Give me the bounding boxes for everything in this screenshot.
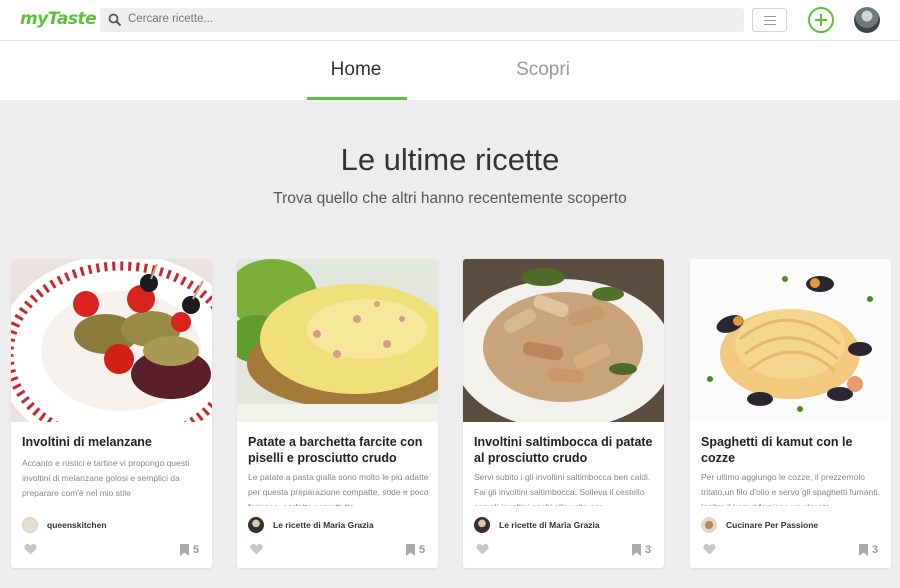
recipe-card[interactable]: Spaghetti di kamut con le cozze Per ulti… [690, 259, 891, 568]
search-icon [108, 13, 122, 27]
user-avatar[interactable] [854, 7, 880, 33]
recipe-description: Servi subito i gli involtini saltimbocca… [474, 472, 651, 506]
bookmark-icon [859, 544, 868, 556]
recipe-card[interactable]: Patate a barchetta farcite con piselli e… [237, 259, 438, 568]
recipe-image[interactable] [463, 259, 664, 422]
author-avatar [22, 517, 38, 533]
recipe-title[interactable]: Involtini saltimbocca di patate al prosc… [474, 434, 658, 466]
author-name[interactable]: Cucinare Per Passione [726, 520, 818, 530]
mytaste-logo[interactable]: myTaste [20, 9, 97, 29]
tab-bar: Home Scopri [0, 41, 900, 100]
menu-button[interactable] [752, 8, 787, 32]
heart-icon[interactable] [250, 543, 263, 555]
author-avatar [474, 517, 490, 533]
bookmark-count[interactable]: 5 [180, 544, 202, 556]
section-subtitle: Trova quello che altri hanno recentement… [273, 190, 627, 207]
recipe-image[interactable] [237, 259, 438, 422]
recipe-description: Le patate a pasta gialla sono molto le p… [248, 472, 429, 506]
heart-icon[interactable] [476, 543, 489, 555]
recipe-image[interactable] [11, 259, 212, 422]
author-name[interactable]: Le ricette di Maria Grazia [499, 520, 600, 530]
tab-home[interactable]: Home [306, 59, 406, 81]
heart-icon[interactable] [24, 543, 37, 555]
heart-icon[interactable] [703, 543, 716, 555]
recipe-title[interactable]: Patate a barchetta farcite con piselli e… [248, 434, 432, 466]
add-recipe-button[interactable] [808, 7, 834, 33]
recipe-description: Accanto e rustici e tartine vi propongo … [22, 458, 190, 498]
bookmark-icon [632, 544, 641, 556]
recipe-card[interactable]: Involtini di melanzane Accanto e rustici… [11, 259, 212, 568]
bookmark-count[interactable]: 3 [859, 544, 881, 556]
author-name[interactable]: Le ricette di Maria Grazia [273, 520, 374, 530]
hamburger-icon [764, 16, 776, 17]
tab-scopri[interactable]: Scopri [493, 59, 593, 81]
search-bar[interactable]: Cercare ricette... [100, 8, 744, 32]
recipe-title[interactable]: Spaghetti di kamut con le cozze [701, 434, 885, 466]
author-name[interactable]: queenskitchen [47, 520, 107, 530]
active-tab-indicator [307, 97, 407, 100]
bookmark-icon [180, 544, 189, 556]
recipe-card[interactable]: Involtini saltimbocca di patate al prosc… [463, 259, 664, 568]
bookmark-count[interactable]: 5 [406, 544, 428, 556]
author-avatar [248, 517, 264, 533]
section-title: Le ultime ricette [340, 142, 560, 177]
recipe-title[interactable]: Involtini di melanzane [22, 434, 206, 450]
author-avatar [701, 517, 717, 533]
recipe-image[interactable] [690, 259, 891, 422]
bookmark-count[interactable]: 3 [632, 544, 654, 556]
recipe-description: Per ultimo aggiungo le cozze, il prezzem… [701, 472, 880, 506]
top-bar: myTaste Cercare ricette... [0, 0, 900, 41]
search-input[interactable]: Cercare ricette... [128, 13, 213, 25]
bookmark-icon [406, 544, 415, 556]
